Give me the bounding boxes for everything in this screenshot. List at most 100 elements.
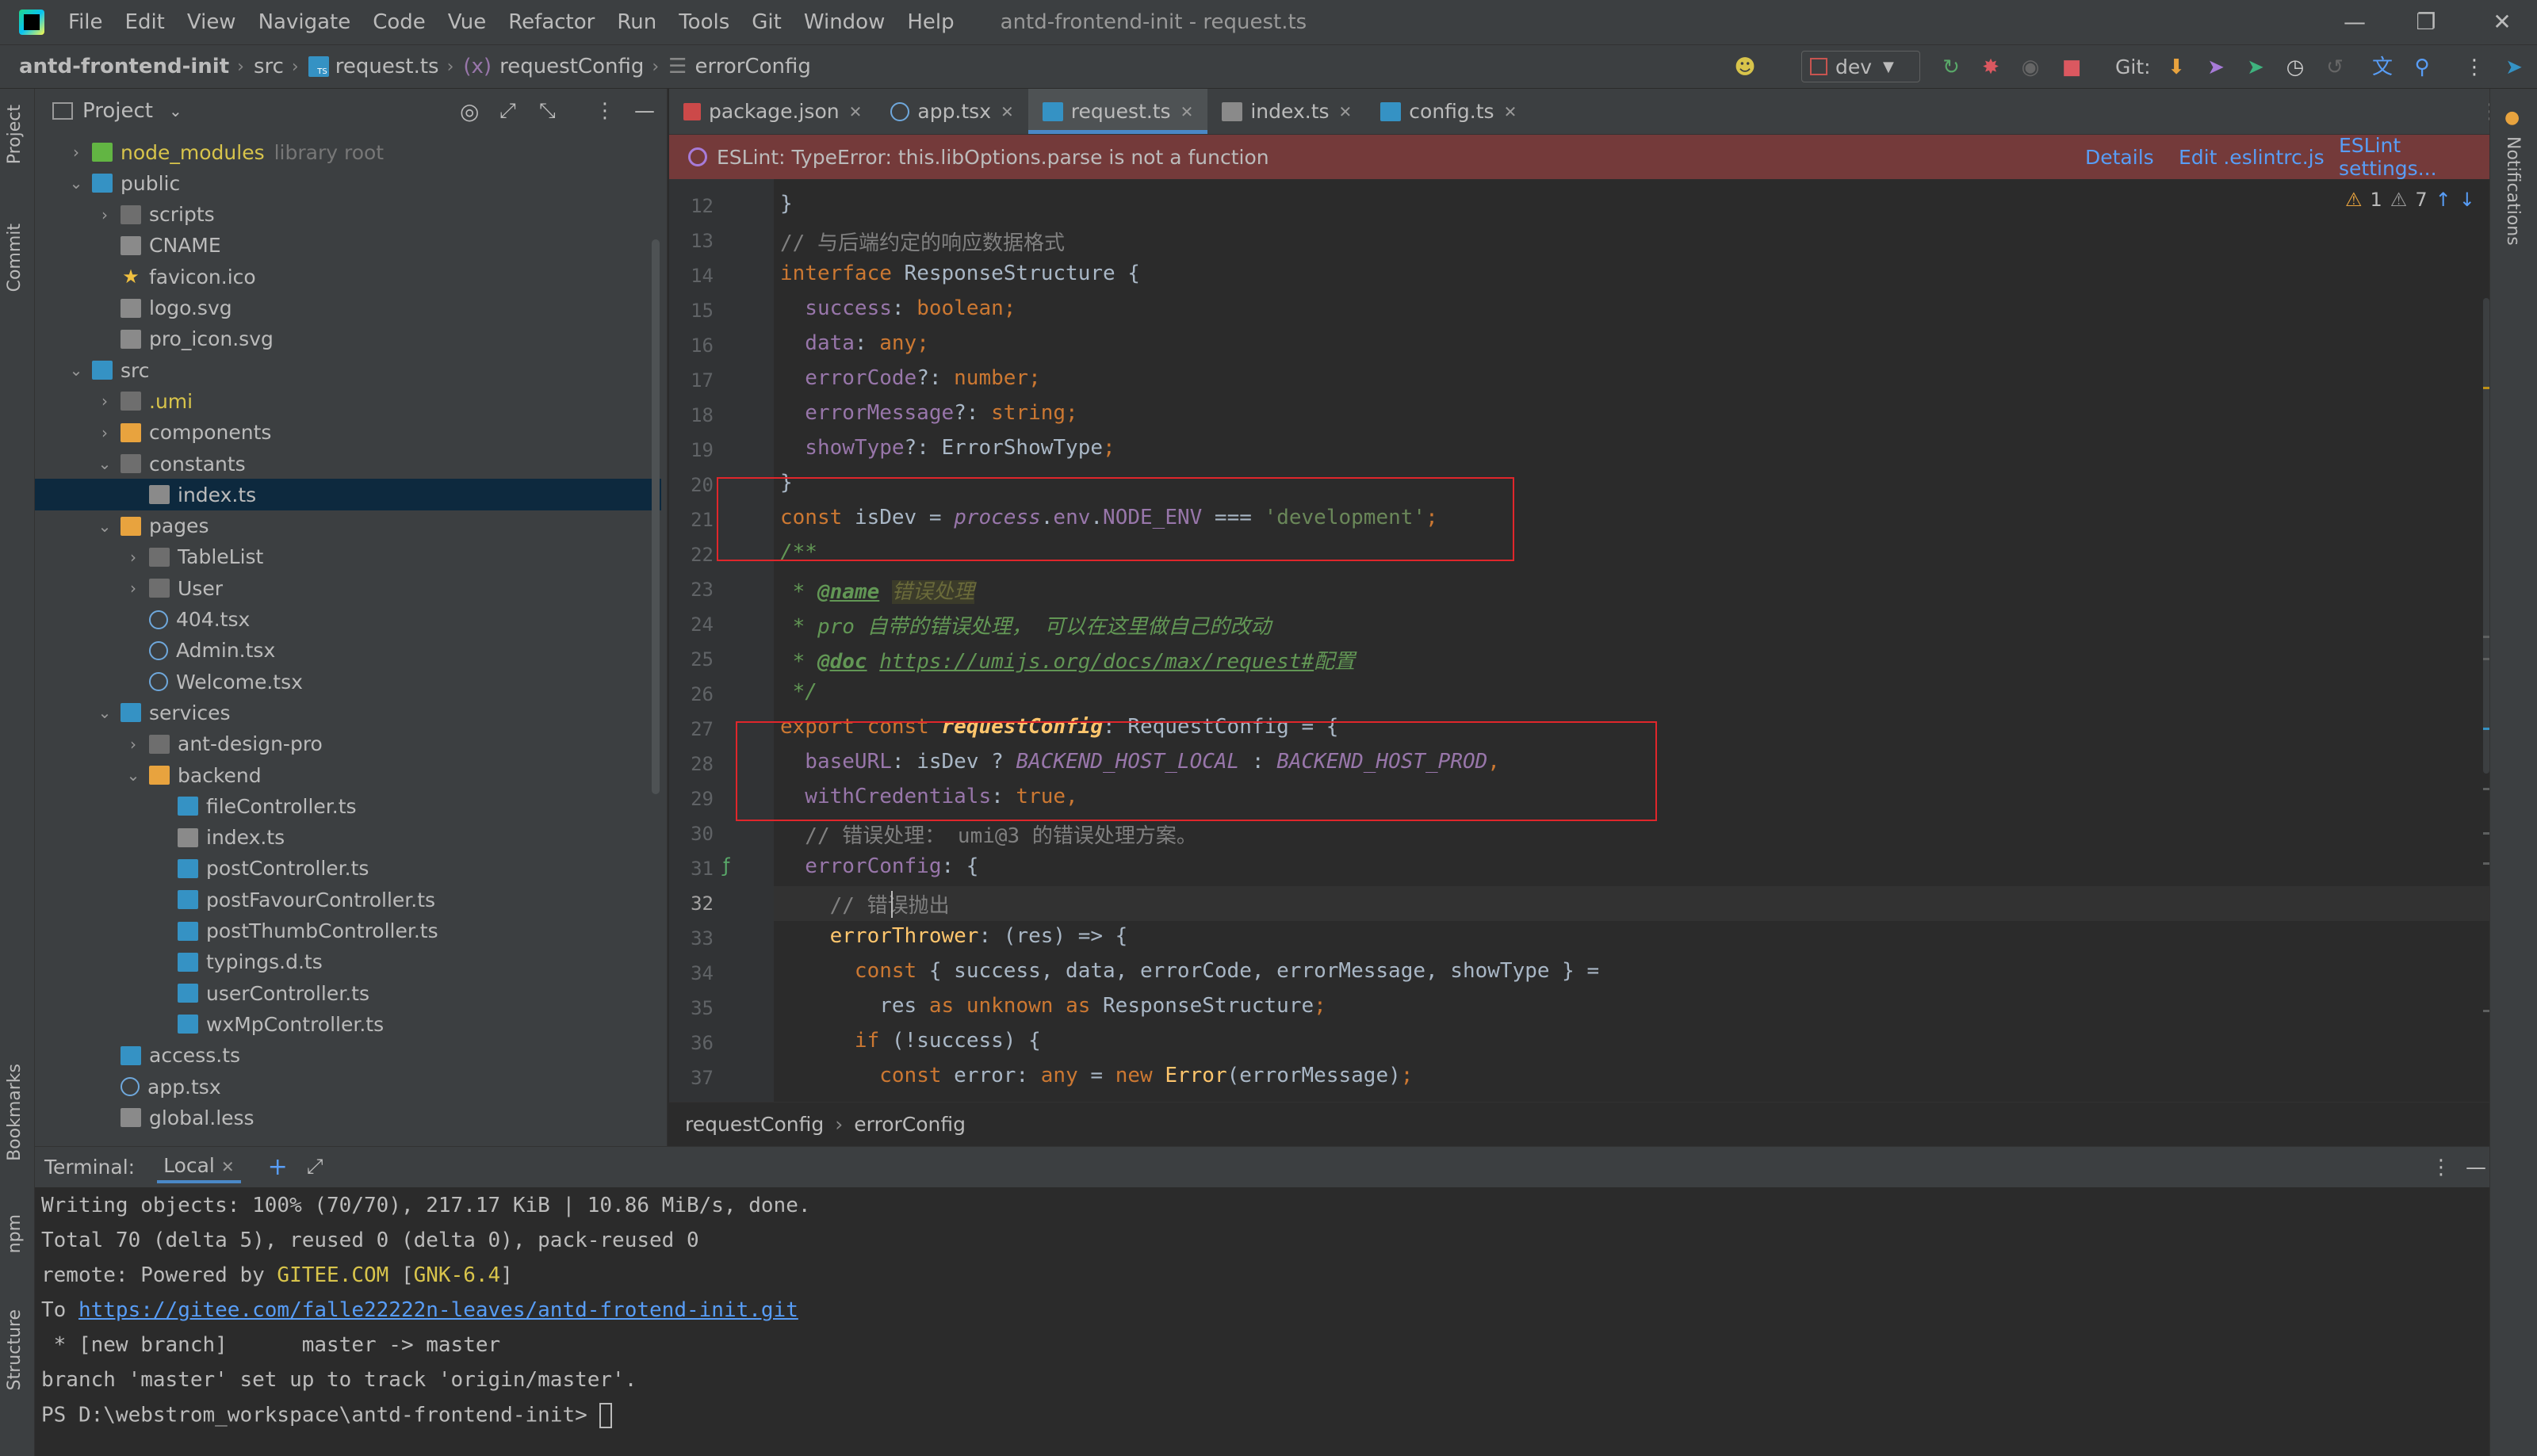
close-icon[interactable]: ✕ — [1339, 102, 1353, 121]
chevron-down-icon[interactable]: ⌄ — [97, 703, 113, 722]
breadcrumb-symbol[interactable]: errorConfig — [695, 55, 810, 78]
locate-icon[interactable]: ◎ — [460, 98, 479, 124]
chevron-right-icon[interactable]: › — [97, 205, 113, 224]
tree-item[interactable]: Admin.tsx — [35, 635, 661, 667]
tree-item[interactable]: postThumbController.ts — [35, 915, 661, 947]
project-panel-title[interactable]: Project — [82, 99, 153, 123]
git-push-icon[interactable]: ➤ — [2244, 55, 2267, 79]
tree-item[interactable]: fileController.ts — [35, 790, 661, 822]
tool-notifications[interactable]: Notifications — [2503, 136, 2523, 246]
repo-link[interactable]: https://gitee.com/falle22222n-leaves/ant… — [78, 1298, 798, 1322]
menu-file[interactable]: File — [68, 10, 103, 34]
menu-tools[interactable]: Tools — [679, 10, 729, 34]
tree-item[interactable]: › User — [35, 572, 661, 604]
rollback-icon[interactable]: ↺ — [2323, 55, 2347, 79]
menu-window[interactable]: Window — [804, 10, 886, 34]
rerun-icon[interactable]: ↻ — [1939, 55, 1963, 79]
tool-bookmarks[interactable]: Bookmarks — [5, 1064, 25, 1161]
add-icon[interactable]: + — [268, 1153, 288, 1181]
search-icon[interactable]: ⚲ — [2410, 55, 2434, 79]
eslint-settings-link[interactable]: ESLint settings... — [2339, 134, 2489, 180]
tree-item[interactable]: ★ favicon.ico — [35, 261, 661, 292]
menu-run[interactable]: Run — [617, 10, 656, 34]
chevron-down-icon[interactable]: ⌄ — [97, 517, 113, 536]
options-icon[interactable]: ⋮ — [2431, 1156, 2451, 1179]
chevron-down-icon[interactable]: ⌄ — [169, 101, 182, 120]
tree-item[interactable]: userController.ts — [35, 977, 661, 1009]
tree-scrollbar[interactable] — [652, 239, 660, 794]
breadcrumb-project[interactable]: antd-frontend-init — [19, 55, 229, 78]
menu-vue[interactable]: Vue — [448, 10, 487, 34]
menu-view[interactable]: View — [187, 10, 236, 34]
tab-package-json[interactable]: package.json ✕ — [669, 89, 876, 134]
tool-project[interactable]: Project — [5, 105, 25, 164]
chevron-right-icon[interactable]: › — [68, 143, 84, 162]
tab-config-ts[interactable]: config.ts ✕ — [1366, 89, 1531, 134]
terminal-output[interactable]: Writing objects: 100% (70/70), 217.17 Ki… — [35, 1187, 2489, 1456]
code-editor[interactable]: 12 13 14 15 16 17 18 19 20 21 22 23 24 25 26 27 28 29 30 31… — [669, 179, 2489, 1102]
tool-structure[interactable]: Structure — [5, 1309, 25, 1390]
marker[interactable] — [2483, 658, 2489, 660]
marker[interactable] — [2483, 832, 2489, 835]
close-icon[interactable]: ✕ — [221, 1157, 235, 1176]
marker[interactable] — [2483, 1010, 2489, 1012]
chevron-right-icon[interactable]: › — [125, 548, 141, 567]
menu-refactor[interactable]: Refactor — [508, 10, 595, 34]
stop-icon[interactable]: ■ — [2060, 55, 2084, 79]
code-with-me-icon[interactable]: ➤ — [2502, 55, 2526, 79]
chevron-down-icon[interactable]: ⌄ — [125, 766, 141, 785]
menu-git[interactable]: Git — [752, 10, 782, 34]
close-icon[interactable]: ✕ — [1180, 102, 1194, 121]
tree-item[interactable]: ⌄ backend — [35, 759, 661, 791]
tree-item[interactable]: CNAME — [35, 230, 661, 262]
tree-item[interactable]: pro_icon.svg — [35, 323, 661, 355]
hide-icon[interactable]: — — [634, 99, 655, 123]
inspection-widget[interactable]: ⚠ 1 ⚠ 7 ↑ ↓ — [2345, 189, 2475, 211]
options-icon[interactable]: ⋮ — [595, 99, 615, 123]
tree-item[interactable]: ⌄ services — [35, 697, 661, 728]
tree-item[interactable]: typings.d.ts — [35, 946, 661, 978]
menu-help[interactable]: Help — [907, 10, 954, 34]
editor-scrollbar[interactable] — [2483, 298, 2489, 774]
arrow-up-icon[interactable]: ↑ — [2436, 189, 2451, 211]
tree-item[interactable]: Welcome.tsx — [35, 666, 661, 697]
menu-navigate[interactable]: Navigate — [258, 10, 351, 34]
terminal-tab-local[interactable]: Local ✕ — [157, 1151, 241, 1183]
chevron-right-icon[interactable]: › — [97, 392, 113, 411]
tree-item[interactable]: postController.ts — [35, 853, 661, 885]
tool-commit[interactable]: Commit — [5, 224, 25, 292]
user-icon[interactable]: ☻ — [1733, 55, 1757, 79]
chevron-right-icon[interactable]: › — [97, 423, 113, 442]
tree-item[interactable]: index.ts — [35, 822, 661, 854]
breadcrumb-file[interactable]: request.ts — [335, 55, 439, 78]
tree-item[interactable]: access.ts — [35, 1040, 661, 1072]
breadcrumb-item[interactable]: requestConfig — [685, 1113, 824, 1136]
history-icon[interactable]: ◷ — [2283, 55, 2307, 79]
run-gutter-icon[interactable]: ƒ — [723, 854, 729, 877]
tree-item[interactable]: app.tsx — [35, 1071, 661, 1103]
close-icon[interactable]: ✕ — [1001, 102, 1014, 121]
marker[interactable] — [2483, 636, 2489, 638]
eslint-details-link[interactable]: Details — [2085, 146, 2154, 169]
tab-index-ts[interactable]: index.ts ✕ — [1207, 89, 1366, 134]
tree-item[interactable]: postFavourController.ts — [35, 884, 661, 915]
eslint-edit-link[interactable]: Edit .eslintrc.js — [2179, 146, 2325, 169]
tree-item[interactable]: index.ts — [35, 479, 661, 511]
tree-item[interactable]: ⌄ constants — [35, 448, 661, 480]
tree-item[interactable]: 404.tsx — [35, 604, 661, 636]
hide-icon[interactable]: — — [2466, 1156, 2486, 1179]
tree-item[interactable]: › TableList — [35, 541, 661, 573]
tree-item[interactable]: wxMpController.ts — [35, 1008, 661, 1040]
chevron-down-icon[interactable]: ⌄ — [68, 174, 84, 193]
chevron-down-icon[interactable]: ⌄ — [97, 454, 113, 473]
tree-item[interactable]: logo.svg — [35, 292, 661, 324]
debug-icon[interactable]: ✸ — [1979, 55, 2003, 79]
tab-app-tsx[interactable]: app.tsx ✕ — [876, 89, 1027, 134]
tree-item[interactable]: ⌄ public — [35, 167, 661, 199]
tree-item[interactable]: ⌄ pages — [35, 510, 661, 542]
expand-icon[interactable]: ⤢ — [307, 1155, 323, 1179]
run-configuration-select[interactable]: dev ▼ — [1801, 51, 1920, 82]
breadcrumb-symbol[interactable]: requestConfig — [499, 55, 644, 78]
tab-request-ts[interactable]: request.ts ✕ — [1027, 89, 1208, 134]
breadcrumb-folder[interactable]: src — [254, 55, 284, 78]
